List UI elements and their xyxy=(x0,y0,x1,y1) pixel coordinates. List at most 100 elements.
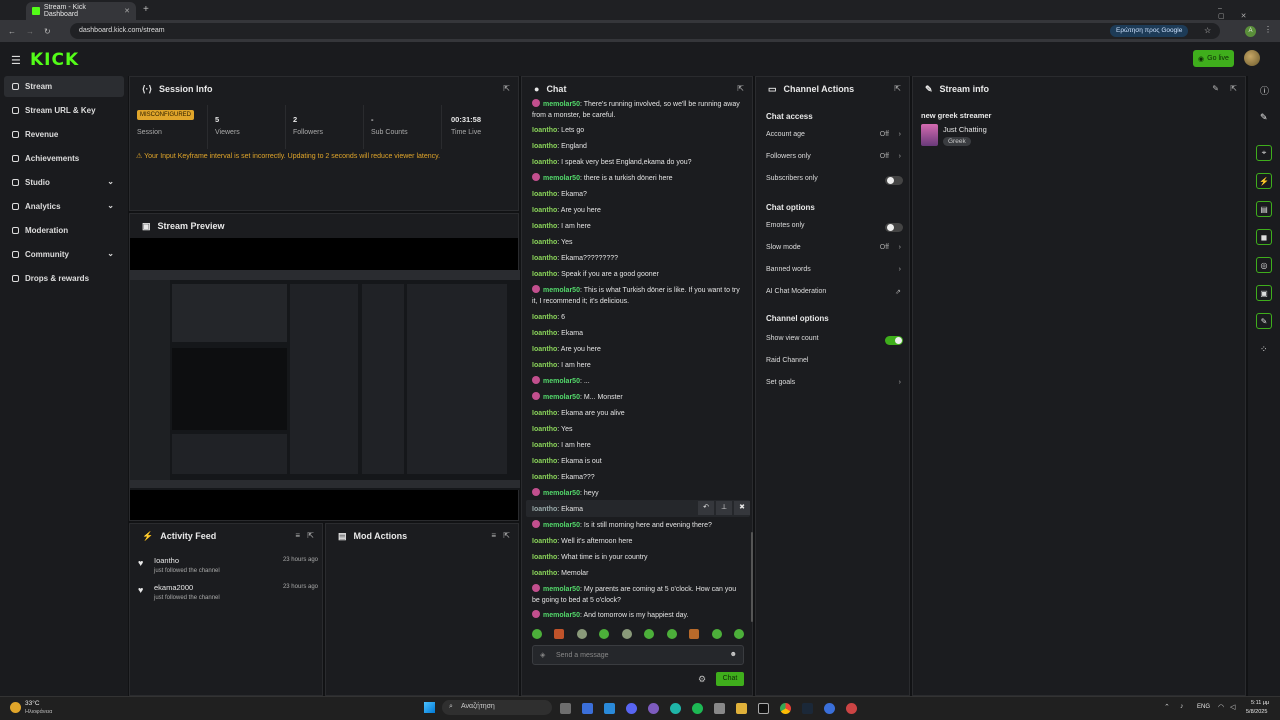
raid-channel-row[interactable]: Raid Channel xyxy=(756,357,911,371)
profile-avatar[interactable]: A xyxy=(1245,26,1256,37)
reload-icon[interactable]: ↻ xyxy=(44,27,51,36)
chat-username[interactable]: Ioantho xyxy=(532,255,557,262)
activity-user[interactable]: ekama2000 xyxy=(154,583,193,592)
sidebar-item-drops-rewards[interactable]: Drops & rewards xyxy=(4,268,124,289)
chat-message[interactable]: Ioantho: Are you here xyxy=(532,344,744,355)
chat-message[interactable]: Ioantho: Lets go xyxy=(532,125,744,136)
chat-username[interactable]: Ioantho xyxy=(532,191,557,198)
chat-message[interactable]: Ioantho: I speak very best England,ekama… xyxy=(532,157,744,168)
ai-chat-moderation-row[interactable]: AI Chat Moderation ⇗ xyxy=(756,288,911,302)
popout-icon[interactable]: ⇱ xyxy=(307,531,314,540)
chat-username[interactable]: Ioantho xyxy=(532,570,557,577)
window-controls[interactable]: –▢✕ xyxy=(1218,5,1280,20)
activity-user[interactable]: Ioantho xyxy=(154,556,179,565)
chat-message[interactable]: Ioantho: Memolar xyxy=(532,568,744,579)
emote-icon[interactable] xyxy=(532,629,542,639)
popout-icon[interactable]: ⇱ xyxy=(894,84,901,93)
app-icon[interactable] xyxy=(582,703,593,714)
windows-start-icon[interactable] xyxy=(424,702,435,713)
sidebar-item-revenue[interactable]: Revenue xyxy=(4,124,124,145)
bookmark-star-icon[interactable]: ☆ xyxy=(1204,26,1211,35)
chat-message[interactable]: memolar50: ... xyxy=(532,376,744,387)
chat-scrollbar[interactable] xyxy=(751,532,753,622)
google-ask-pill[interactable]: Ερώτηση προς Google xyxy=(1110,25,1189,37)
subscribers-only-toggle[interactable] xyxy=(885,176,903,185)
chat-message[interactable]: Ioantho: Ekama????????? xyxy=(532,253,744,264)
chat-username[interactable]: Ioantho xyxy=(532,426,557,433)
sidebar-item-stream[interactable]: Stream xyxy=(4,76,124,97)
bolt-icon[interactable]: ⚡ xyxy=(1256,173,1272,189)
sidebar-item-analytics[interactable]: Analytics ⌄ xyxy=(4,196,124,217)
chat-username[interactable]: Ioantho xyxy=(532,362,557,369)
stream-tag[interactable]: Greek xyxy=(943,137,971,146)
steam-icon[interactable] xyxy=(802,703,813,714)
url-field[interactable]: dashboard.kick.com/stream xyxy=(70,23,1220,39)
chat-username[interactable]: Ioantho xyxy=(532,346,557,353)
go-live-button[interactable]: ◉ Go live xyxy=(1193,50,1234,67)
spotify-icon[interactable] xyxy=(692,703,703,714)
emote-icon[interactable] xyxy=(599,629,610,639)
emote-icon[interactable] xyxy=(554,629,565,639)
chat-username[interactable]: memolar50 xyxy=(543,378,580,385)
emote-icon[interactable] xyxy=(666,629,677,639)
category-name[interactable]: Just Chatting xyxy=(943,125,987,134)
sidebar-item-achievements[interactable]: Achievements xyxy=(4,148,124,169)
sidebar-item-moderation[interactable]: Moderation xyxy=(4,220,124,241)
banned-words-row[interactable]: Banned words › xyxy=(756,266,911,280)
delete-icon[interactable]: ✖ xyxy=(734,501,750,515)
clock-time[interactable]: 5:11 μμ xyxy=(1251,700,1269,706)
microphone-icon[interactable]: ♪ xyxy=(1180,703,1184,710)
chat-bubble-icon[interactable]: ◼ xyxy=(1256,229,1272,245)
chat-message[interactable]: Ioantho: Are you here xyxy=(532,205,744,216)
chat-username[interactable]: Ioantho xyxy=(532,223,557,230)
sidebar-item-stream-url-key[interactable]: Stream URL & Key xyxy=(4,100,124,121)
sidebar-item-community[interactable]: Community ⌄ xyxy=(4,244,124,265)
broadcast-icon[interactable]: ◎ xyxy=(1256,257,1272,273)
chat-message[interactable]: memolar50: Is it still morning here and … xyxy=(532,520,744,531)
chat-message[interactable]: Ioantho: Ekama xyxy=(532,328,744,339)
emote-icon[interactable] xyxy=(576,629,587,639)
folder-icon[interactable] xyxy=(736,703,747,714)
filter-icon[interactable]: ≡ xyxy=(295,531,300,540)
app-icon[interactable] xyxy=(604,703,615,714)
forward-icon[interactable]: → xyxy=(26,27,34,36)
chat-message[interactable]: memolar50: And tomorrow is my happiest d… xyxy=(532,610,744,621)
reply-icon[interactable]: ↶ xyxy=(698,501,714,515)
chat-username[interactable]: memolar50 xyxy=(543,101,580,108)
chat-message[interactable]: memolar50: This is what Turkish döner is… xyxy=(532,285,744,307)
chat-message[interactable]: memolar50: My parents are coming at 5 o'… xyxy=(532,584,744,606)
taskview-icon[interactable] xyxy=(560,703,571,714)
tray-chevron-icon[interactable]: ⌃ xyxy=(1164,703,1170,711)
settings-gear-icon[interactable]: ⚙ xyxy=(698,674,706,685)
popout-icon[interactable]: ⇱ xyxy=(503,84,510,93)
hamburger-icon[interactable]: ☰ xyxy=(11,54,21,67)
user-avatar[interactable] xyxy=(1244,50,1260,66)
gamepad-icon[interactable]: ▣ xyxy=(1256,285,1272,301)
chat-username[interactable]: Ioantho xyxy=(532,239,557,246)
chat-username[interactable]: memolar50 xyxy=(543,287,580,294)
chat-username[interactable]: memolar50 xyxy=(543,612,580,619)
back-icon[interactable]: ← xyxy=(8,27,16,36)
edit-pencil-icon[interactable]: ✎ xyxy=(1260,112,1268,123)
category-thumbnail[interactable] xyxy=(921,124,938,146)
chat-message[interactable]: memolar50: heyy xyxy=(532,488,744,499)
chat-message[interactable]: Ioantho: I am here xyxy=(532,440,744,451)
chat-username[interactable]: Ioantho xyxy=(532,474,557,481)
chat-username[interactable]: memolar50 xyxy=(543,394,580,401)
weather-sun-icon[interactable] xyxy=(10,702,21,713)
chat-username[interactable]: memolar50 xyxy=(543,586,580,593)
chat-username[interactable]: Ioantho xyxy=(532,159,557,166)
show-view-count-toggle[interactable] xyxy=(885,336,903,345)
language-indicator[interactable]: ENG xyxy=(1197,704,1210,710)
info-icon[interactable]: ⓘ xyxy=(1260,84,1269,97)
wrench-icon[interactable]: ✎ xyxy=(1256,313,1272,329)
chat-message[interactable]: Ioantho: I am here xyxy=(532,360,744,371)
chat-username[interactable]: Ioantho xyxy=(532,143,557,150)
popout-icon[interactable]: ⇱ xyxy=(737,84,744,93)
taskbar-search[interactable]: ⌕ Αναζήτηση xyxy=(442,700,552,715)
chat-username[interactable]: memolar50 xyxy=(543,175,580,182)
browser-tab[interactable]: Stream - Kick Dashboard ✕ xyxy=(26,2,136,20)
chat-message[interactable]: Ioantho: Ekama??? xyxy=(532,472,744,483)
close-tab-icon[interactable]: ✕ xyxy=(124,7,130,15)
filter-icon[interactable]: ≡ xyxy=(491,531,496,540)
